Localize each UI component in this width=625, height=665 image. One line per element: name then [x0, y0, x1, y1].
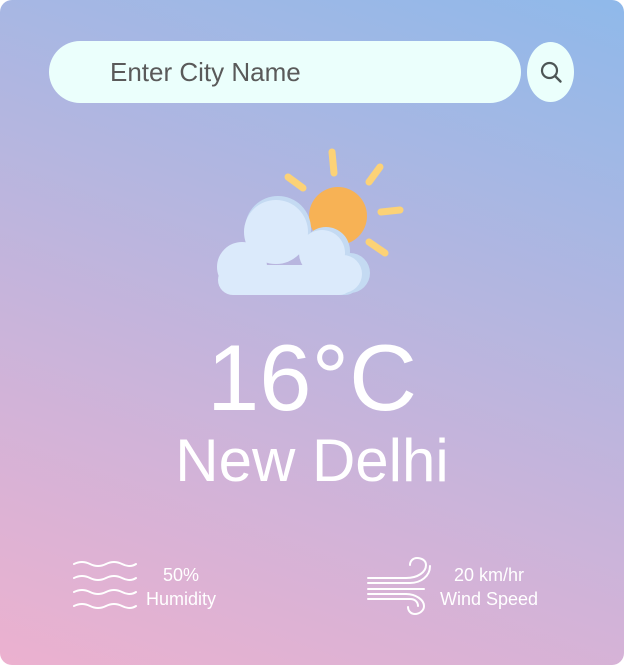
city-name: New Delhi — [175, 427, 449, 494]
search-input[interactable] — [49, 41, 521, 103]
wind-section: 20 km/hr Wind Speed — [366, 556, 538, 618]
search-button[interactable] — [527, 42, 574, 102]
temperature: 16°C — [206, 325, 418, 430]
wind-label: Wind Speed — [440, 589, 539, 609]
wind-info: 20 km/hr Wind Speed — [440, 563, 538, 611]
humidity-waves-icon — [73, 561, 137, 609]
humidity-info: 50% Humidity — [146, 563, 216, 611]
humidity-label: Humidity — [146, 589, 217, 609]
search-icon — [540, 61, 562, 83]
humidity-value: 50% — [162, 565, 200, 585]
weather-card: 16°C New Delhi 50% Humidity — [0, 0, 624, 665]
humidity-section: 50% Humidity — [72, 556, 216, 618]
wind-icon — [367, 556, 431, 616]
wind-value: 20 km/hr — [454, 565, 525, 585]
partly-cloudy-icon — [217, 148, 404, 295]
